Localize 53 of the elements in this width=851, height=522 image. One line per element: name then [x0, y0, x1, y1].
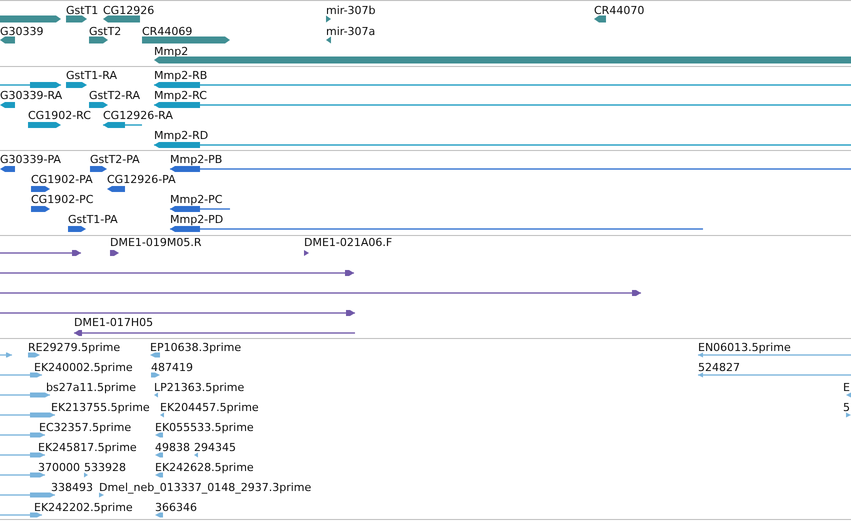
feature-label: 533928: [84, 461, 126, 474]
feature-label: Mmp2-PD: [170, 213, 224, 226]
feature-label: 294345: [194, 441, 236, 454]
feature-label: GstT1: [66, 4, 98, 17]
feature-label: bs27a11.5prime: [46, 381, 136, 394]
feature-label: 49838: [155, 441, 190, 454]
feature-label: Mmp2-PC: [170, 193, 222, 206]
feature-label: EC32357.5prime: [39, 421, 132, 434]
feature-label: mir-307b: [326, 4, 376, 17]
feature-label: E: [843, 381, 850, 394]
feature-label: CG1902-PA: [31, 173, 93, 186]
feature-label: G30339: [0, 24, 44, 38]
feature-label: Mmp2-RB: [154, 69, 208, 82]
feature-label: CG12926: [103, 4, 154, 17]
feature-label: EP10638.3prime: [150, 341, 242, 354]
feature-label: DME1-019M05.R: [110, 236, 202, 249]
feature-label: GstT2-RA: [89, 89, 140, 102]
feature-label: GstT1-RA: [66, 69, 117, 82]
feature-label: EK055533.5prime: [155, 421, 254, 434]
feature-label: LP21363.5prime: [154, 381, 244, 394]
feature-label: Mmp2-RC: [154, 89, 207, 102]
feature-label: G30339-PA: [0, 153, 61, 166]
feature-label: RE29279.5prime: [28, 341, 120, 354]
feature-label: mir-307a: [326, 24, 376, 38]
feature-label: EK242628.5prime: [155, 461, 254, 474]
feature-label: EK204457.5prime: [160, 401, 259, 414]
feature-label: DME1-021A06.F: [304, 236, 392, 249]
feature-label: DME1-017H05: [74, 316, 154, 329]
feature-label: Mmp2: [154, 45, 188, 58]
feature-label: GstT2-PA: [90, 153, 140, 166]
feature-label: G30339-RA: [0, 89, 62, 102]
feature-label: EK213755.5prime: [51, 401, 150, 414]
feature-label: CG1902-PC: [31, 193, 94, 206]
feature-label: CR44069: [142, 24, 192, 38]
feature-label: EK240002.5prime: [34, 361, 133, 374]
feature-label: Mmp2-RD: [154, 129, 208, 142]
feature-label: GstT2: [89, 24, 122, 38]
feature-label: CG12926-RA: [103, 109, 173, 122]
feature-label: 524827: [698, 361, 740, 374]
feature-label: CG1902-RC: [28, 109, 91, 122]
feature-label: 370000: [38, 461, 80, 474]
feature-label: 338493: [51, 481, 93, 494]
feature-label: EK242202.5prime: [34, 501, 133, 514]
feature-label: 366346: [155, 501, 197, 514]
feature-label: EK245817.5prime: [38, 441, 137, 454]
feature-label: 487419: [151, 361, 193, 374]
feature-label: 5: [843, 401, 850, 414]
feature-label: CG12926-PA: [107, 173, 176, 186]
feature-label: GstT1-PA: [68, 213, 118, 226]
feature-label: Dmel_neb_013337_0148_2937.3prime: [99, 481, 312, 494]
feature-label: CR44070: [594, 4, 644, 17]
feature-label: EN06013.5prime: [698, 341, 791, 354]
feature-label: Mmp2-PB: [170, 153, 222, 166]
